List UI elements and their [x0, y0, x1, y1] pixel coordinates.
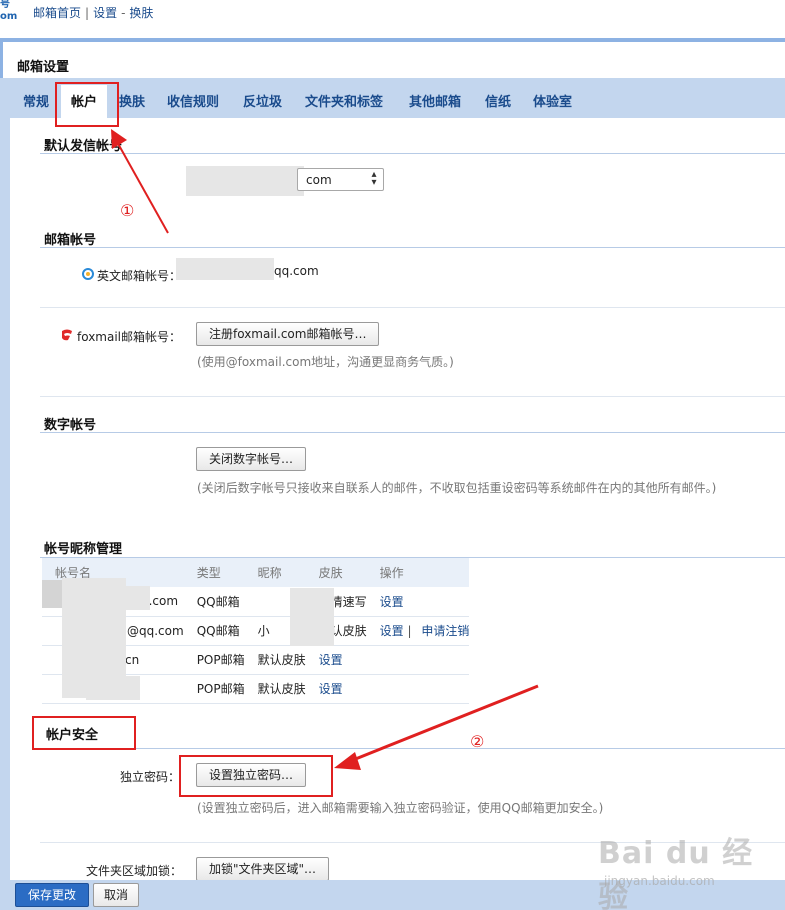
- watermark: Bai du 经验 jingyan.baidu.com: [598, 828, 778, 910]
- annotation-arrows: [111, 129, 539, 770]
- watermark-brand: Bai du 经验: [598, 836, 754, 910]
- arrow-1: [111, 129, 169, 234]
- save-button[interactable]: 保存更改: [15, 883, 90, 907]
- cancel-button[interactable]: 取消: [93, 883, 140, 907]
- arrow-2: [334, 684, 539, 770]
- watermark-url: jingyan.baidu.com: [604, 874, 715, 888]
